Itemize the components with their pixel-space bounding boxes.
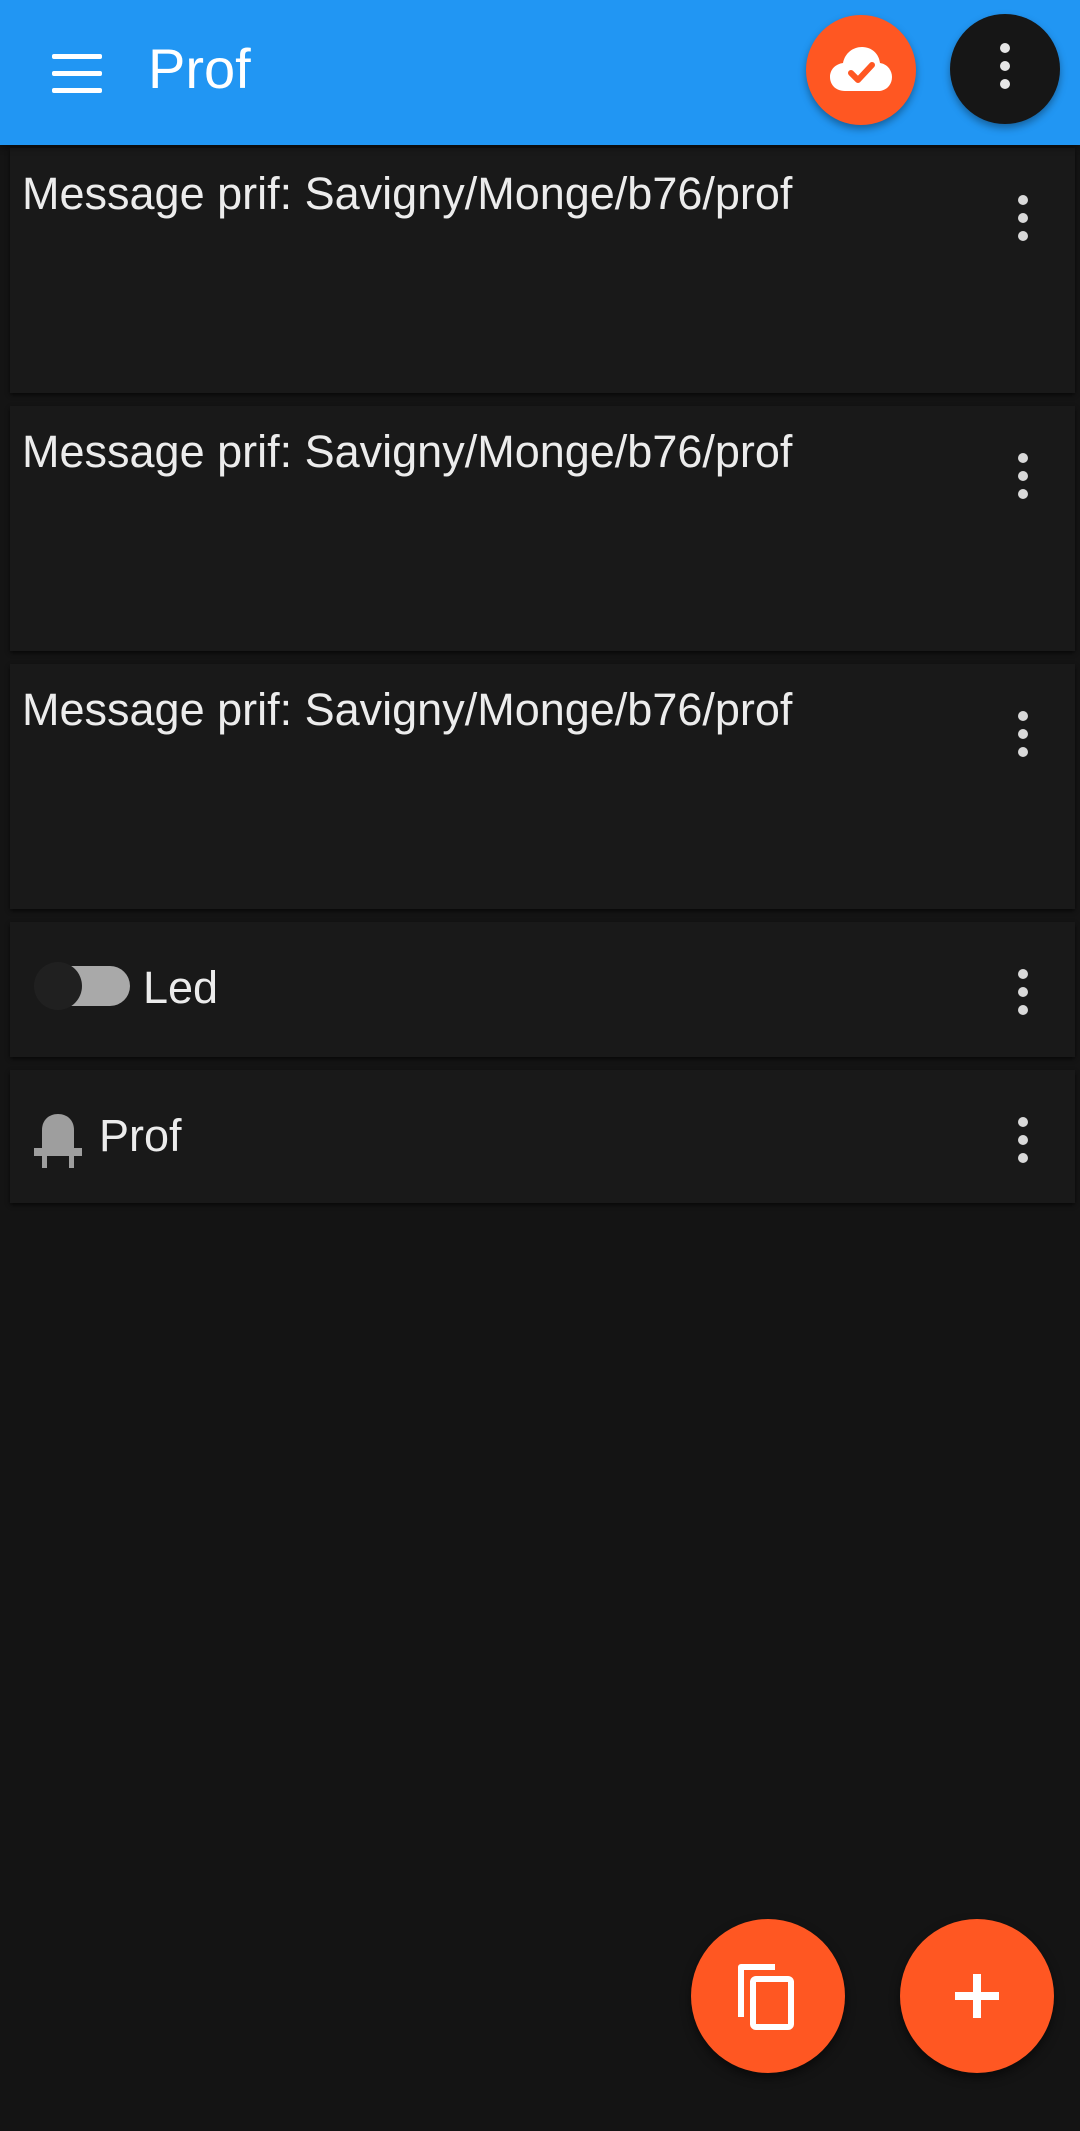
more-vertical-icon <box>1018 1117 1028 1171</box>
plus-icon <box>955 1974 999 2018</box>
more-vertical-icon <box>1018 453 1028 507</box>
card-menu-button[interactable] <box>993 1105 1053 1175</box>
overflow-menu-button[interactable] <box>950 14 1060 124</box>
more-vertical-icon <box>1018 195 1028 249</box>
card-menu-button[interactable] <box>993 183 1053 253</box>
message-text: Message prif: Savigny/Monge/b76/prof <box>22 168 793 219</box>
notification-card[interactable]: Prof <box>10 1070 1075 1203</box>
more-vertical-icon <box>1000 43 1010 97</box>
cloud-sync-button[interactable] <box>806 15 916 125</box>
copy-icon <box>738 1964 794 2030</box>
hamburger-menu-icon[interactable] <box>44 40 110 106</box>
switch-label: Led <box>143 962 219 1013</box>
message-card[interactable]: Message prif: Savigny/Monge/b76/prof <box>10 406 1075 651</box>
message-card[interactable]: Message prif: Savigny/Monge/b76/prof <box>10 148 1075 393</box>
more-vertical-icon <box>1018 711 1028 765</box>
card-menu-button[interactable] <box>993 699 1053 769</box>
led-switch[interactable] <box>28 962 130 1012</box>
notification-label: Prof <box>99 1110 182 1161</box>
more-vertical-icon <box>1018 969 1028 1023</box>
message-text: Message prif: Savigny/Monge/b76/prof <box>22 684 793 735</box>
card-menu-button[interactable] <box>993 957 1053 1027</box>
switch-thumb <box>34 962 82 1010</box>
cloud-check-icon <box>830 47 892 91</box>
card-menu-button[interactable] <box>993 441 1053 511</box>
app-bar: Prof <box>0 0 1080 145</box>
page-title: Prof <box>148 37 251 100</box>
message-card[interactable]: Message prif: Savigny/Monge/b76/prof <box>10 664 1075 909</box>
bell-icon <box>34 1114 82 1168</box>
message-text: Message prif: Savigny/Monge/b76/prof <box>22 426 793 477</box>
copy-button[interactable] <box>691 1919 845 2073</box>
add-widget-button[interactable] <box>900 1919 1054 2073</box>
switch-card: Led <box>10 922 1075 1057</box>
